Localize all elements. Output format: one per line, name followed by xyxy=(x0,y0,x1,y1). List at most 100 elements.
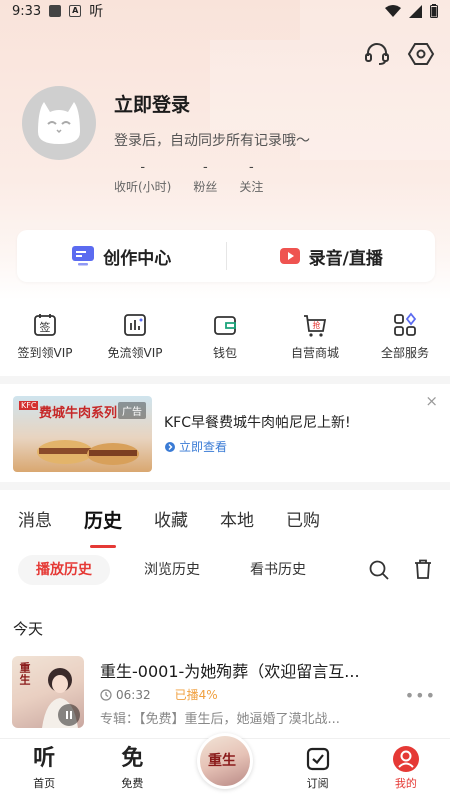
free-icon: 免 xyxy=(121,746,144,771)
tab-history[interactable]: 历史 xyxy=(84,506,122,548)
nav-mine[interactable]: 我的 xyxy=(362,739,450,800)
services-row: 签 签到领VIP 免流领VIP 钱包 抢 自营商城 全部服务 xyxy=(0,312,450,368)
tab-favorites[interactable]: 收藏 xyxy=(154,506,188,540)
stat-label: 粉丝 xyxy=(193,180,218,194)
home-icon: 听 xyxy=(33,746,56,771)
stat-value: - xyxy=(140,160,146,175)
nav-home[interactable]: 听 首页 xyxy=(0,739,88,800)
wallet-icon xyxy=(214,316,236,335)
pause-button[interactable] xyxy=(58,704,80,726)
trash-icon[interactable] xyxy=(412,558,434,580)
svg-text:签: 签 xyxy=(40,320,51,334)
cover-title-art: 重生 xyxy=(18,662,31,686)
service-sign-in-vip[interactable]: 签 签到领VIP xyxy=(0,312,90,368)
sign-in-icon: 签 xyxy=(34,314,56,336)
stat-value: - xyxy=(249,160,254,175)
close-icon[interactable]: × xyxy=(425,392,438,410)
history-item-meta: 06:32 已播4% xyxy=(100,686,218,703)
notification-app-icon: 听 xyxy=(89,4,104,20)
library-tabs: 消息 历史 收藏 本地 已购 xyxy=(0,506,450,548)
service-label: 签到领VIP xyxy=(17,346,73,360)
record-live-label: 录音/直播 xyxy=(308,248,383,269)
status-bar: 9:33 A 听 xyxy=(0,0,450,22)
record-live-button[interactable]: 录音/直播 xyxy=(227,244,436,269)
nav-label: 我的 xyxy=(394,777,417,790)
section-separator xyxy=(0,376,450,384)
history-item-progress: 已播4% xyxy=(174,688,218,702)
signal-icon xyxy=(409,4,422,18)
history-item-title: 重生-0001-为她殉葬（欢迎留言互... xyxy=(100,662,360,681)
ad-badge: 广告 xyxy=(118,402,146,419)
ad-image-title: 费城牛肉系列 xyxy=(39,406,118,421)
profile-stats: - 收听(小时) - 粉丝 - 关注 xyxy=(114,160,285,195)
wifi-icon xyxy=(385,4,401,17)
stat-label: 关注 xyxy=(239,180,264,194)
sandwich-image-icon xyxy=(37,440,139,465)
section-title-today: 今天 xyxy=(13,620,44,638)
ad-link[interactable]: 立即查看 xyxy=(164,438,227,455)
settings-icon[interactable] xyxy=(407,40,435,68)
notification-a-icon: A xyxy=(69,5,82,17)
subtab-play-history[interactable]: 播放历史 xyxy=(18,555,110,585)
search-icon[interactable] xyxy=(368,559,390,581)
history-item-duration: 06:32 xyxy=(116,687,151,702)
stat-label: 收听(小时) xyxy=(114,180,172,194)
nav-label: 免费 xyxy=(121,777,144,790)
monitor-icon xyxy=(72,246,95,266)
stat-value: - xyxy=(203,160,208,175)
now-playing-cover: 重生 xyxy=(200,736,250,786)
login-subtitle: 登录后，自动同步所有记录哦～ xyxy=(114,133,310,149)
arrow-circle-icon xyxy=(165,441,175,452)
profile-icon xyxy=(392,745,420,773)
grid-apps-icon xyxy=(394,312,417,336)
ad-banner[interactable]: KFC 费城牛肉系列 广告 KFC早餐费城牛肉帕尼尼上新! 立即查看 × xyxy=(0,386,450,482)
tab-messages[interactable]: 消息 xyxy=(18,506,52,540)
history-subtabs: 播放历史 浏览历史 看书历史 xyxy=(0,555,450,587)
subscribe-icon xyxy=(306,745,330,773)
stat-listen-hours[interactable]: - 收听(小时) xyxy=(114,160,171,195)
service-label: 钱包 xyxy=(212,346,237,360)
tab-local[interactable]: 本地 xyxy=(220,506,254,540)
history-list-item[interactable]: 重生 重生-0001-为她殉葬（欢迎留言互... 06:32 已播4% 专辑：【… xyxy=(0,654,450,728)
battery-icon xyxy=(430,4,438,18)
status-time: 9:33 xyxy=(12,3,42,19)
ad-title: KFC早餐费城牛肉帕尼尼上新! xyxy=(164,415,351,431)
shopping-cart-icon: 抢 xyxy=(304,315,327,337)
nav-label: 首页 xyxy=(33,777,56,790)
subtab-browse-history[interactable]: 浏览历史 xyxy=(126,555,218,585)
customer-service-headset-icon[interactable] xyxy=(363,40,391,68)
history-item-album: 专辑：【免费】重生后，她逼婚了漠北战... xyxy=(100,712,340,727)
ad-image-brand: KFC xyxy=(19,401,39,410)
stat-fans[interactable]: - 粉丝 xyxy=(193,160,217,195)
service-all-services[interactable]: 全部服务 xyxy=(360,312,450,368)
nav-free[interactable]: 免 免费 xyxy=(88,739,176,800)
service-label: 自营商城 xyxy=(290,346,339,360)
notification-square-icon xyxy=(49,5,62,17)
creator-center-label: 创作中心 xyxy=(103,248,172,269)
album-cover: 重生 xyxy=(12,656,84,728)
service-wallet[interactable]: 钱包 xyxy=(180,312,270,368)
video-play-icon xyxy=(279,248,300,264)
ad-link-label: 立即查看 xyxy=(179,440,228,454)
login-title[interactable]: 立即登录 xyxy=(114,90,190,117)
data-chart-icon xyxy=(124,314,146,336)
service-label: 免流领VIP xyxy=(107,346,163,360)
clock-icon xyxy=(100,688,112,701)
ad-image: KFC 费城牛肉系列 广告 xyxy=(13,396,152,472)
service-free-data-vip[interactable]: 免流领VIP xyxy=(90,312,180,368)
nav-label: 订阅 xyxy=(306,777,329,790)
subtab-reading-history[interactable]: 看书历史 xyxy=(232,555,324,585)
section-separator xyxy=(0,482,450,490)
pause-icon xyxy=(66,711,72,719)
service-label: 全部服务 xyxy=(380,346,429,360)
now-playing-disc-button[interactable]: 重生 xyxy=(197,733,253,789)
service-mall[interactable]: 抢 自营商城 xyxy=(270,312,360,368)
creator-card: 创作中心 录音/直播 xyxy=(17,230,435,282)
stat-following[interactable]: - 关注 xyxy=(239,160,263,195)
tab-purchased[interactable]: 已购 xyxy=(286,506,320,540)
more-options-icon[interactable]: ••• xyxy=(405,686,436,705)
avatar[interactable] xyxy=(22,86,96,160)
cat-avatar-icon xyxy=(38,102,80,144)
nav-subscribe[interactable]: 订阅 xyxy=(274,739,362,800)
creator-center-button[interactable]: 创作中心 xyxy=(17,244,226,269)
